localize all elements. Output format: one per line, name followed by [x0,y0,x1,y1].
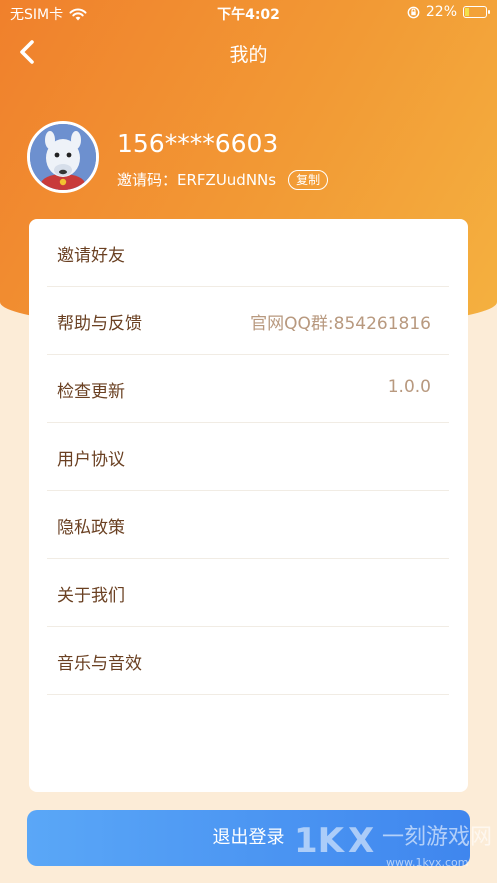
menu-item-check-update[interactable]: 检查更新 1.0.0 [47,355,449,423]
menu-item-help-feedback[interactable]: 帮助与反馈 官网QQ群:854261816 [47,287,449,355]
menu-item-user-agreement[interactable]: 用户协议 [47,423,449,491]
settings-card: 邀请好友 帮助与反馈 官网QQ群:854261816 检查更新 1.0.0 用户… [29,219,468,792]
battery-percent: 22% [425,4,457,20]
menu-item-music-sound[interactable]: 音乐与音效 [47,627,449,695]
status-bar: 无SIM卡 下午4:02 22% [0,0,497,26]
phone-number: 156****6603 [117,129,279,158]
mascot-avatar-icon [30,124,96,190]
menu-item-label: 邀请好友 [57,246,125,266]
menu-item-about-us[interactable]: 关于我们 [47,559,449,627]
copy-button[interactable]: 复制 [288,169,329,190]
battery-icon [463,6,490,18]
page-title: 我的 [229,44,268,66]
logout-button[interactable]: 退出登录 [27,810,470,866]
invite-code-value: ERFZUudNNs [177,171,277,189]
nav-bar: 我的 [0,30,497,74]
menu-item-label: 帮助与反馈 [57,314,142,334]
orientation-lock-icon [407,6,420,18]
menu-item-value: 官网QQ群:854261816 [250,314,431,334]
profile-section: 156****6603 邀请码：ERFZUudNNs 复制 [27,121,477,195]
invite-code: 邀请码：ERFZUudNNs [117,169,276,190]
menu-item-privacy-policy[interactable]: 隐私政策 [47,491,449,559]
invite-code-row: 邀请码：ERFZUudNNs 复制 [117,169,329,190]
menu-item-invite-friends[interactable]: 邀请好友 [47,219,449,287]
version-value: 1.0.0 [387,377,431,397]
menu-item-label: 隐私政策 [57,518,125,538]
avatar[interactable] [27,121,99,193]
battery-fill [465,8,469,16]
invite-code-label: 邀请码： [117,171,178,189]
menu-item-label: 检查更新 [57,382,125,402]
status-right: 22% [407,4,490,20]
menu-item-label: 关于我们 [57,586,125,606]
menu-item-label: 音乐与音效 [57,654,142,674]
menu-item-label: 用户协议 [57,450,125,470]
